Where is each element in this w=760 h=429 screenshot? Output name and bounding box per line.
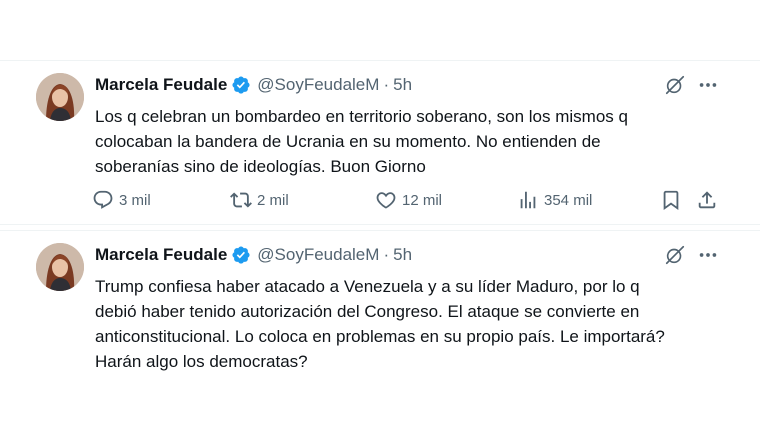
more-icon[interactable] xyxy=(697,74,719,96)
tweet-header: Marcela Feudale @SoyFeudaleM · 5h xyxy=(95,75,412,95)
bookmark-button[interactable] xyxy=(660,189,682,211)
like-icon xyxy=(376,192,396,209)
views-icon xyxy=(520,191,536,209)
bookmark-icon xyxy=(663,190,679,211)
tweet-text: Los q celebran un bombardeo en territori… xyxy=(95,107,628,176)
tweet-text: Trump confiesa haber atacado a Venezuela… xyxy=(95,277,665,371)
author-handle[interactable]: @SoyFeudaleM xyxy=(257,75,379,95)
reply-icon xyxy=(93,190,113,209)
share-icon xyxy=(698,191,716,209)
grok-icon[interactable] xyxy=(664,74,686,96)
avatar-image xyxy=(36,243,84,291)
separator: · xyxy=(383,245,390,264)
tweet-2[interactable]: Marcela Feudale @SoyFeudaleM · 5h Trump … xyxy=(0,230,760,429)
separator: · xyxy=(383,75,390,94)
views-button[interactable]: 354 mil xyxy=(517,189,592,211)
timestamp[interactable]: 5h xyxy=(393,75,412,95)
reply-button[interactable]: 3 mil xyxy=(92,189,151,211)
author-name[interactable]: Marcela Feudale xyxy=(95,245,227,265)
like-button[interactable]: 12 mil xyxy=(375,189,442,211)
views-count: 354 mil xyxy=(544,191,593,209)
reply-count: 3 mil xyxy=(119,191,151,209)
more-icon[interactable] xyxy=(697,244,719,266)
timestamp[interactable]: 5h xyxy=(393,245,412,265)
tweet-1[interactable]: Marcela Feudale @SoyFeudaleM · 5h Los q … xyxy=(0,60,760,225)
avatar[interactable] xyxy=(36,73,84,121)
author-name[interactable]: Marcela Feudale xyxy=(95,75,227,95)
avatar-image xyxy=(36,73,84,121)
verified-badge-icon xyxy=(231,245,251,265)
grok-icon[interactable] xyxy=(664,244,686,266)
avatar[interactable] xyxy=(36,243,84,291)
repost-button[interactable]: 2 mil xyxy=(230,189,289,211)
like-count: 12 mil xyxy=(402,191,443,209)
author-handle[interactable]: @SoyFeudaleM xyxy=(257,245,379,265)
verified-badge-icon xyxy=(231,75,251,95)
repost-count: 2 mil xyxy=(257,191,289,209)
tweet-actions: 3 mil 2 mil 12 mil 354 mil xyxy=(92,189,732,215)
share-button[interactable] xyxy=(696,189,718,211)
repost-icon xyxy=(230,192,252,208)
tweet-header: Marcela Feudale @SoyFeudaleM · 5h xyxy=(95,245,412,265)
